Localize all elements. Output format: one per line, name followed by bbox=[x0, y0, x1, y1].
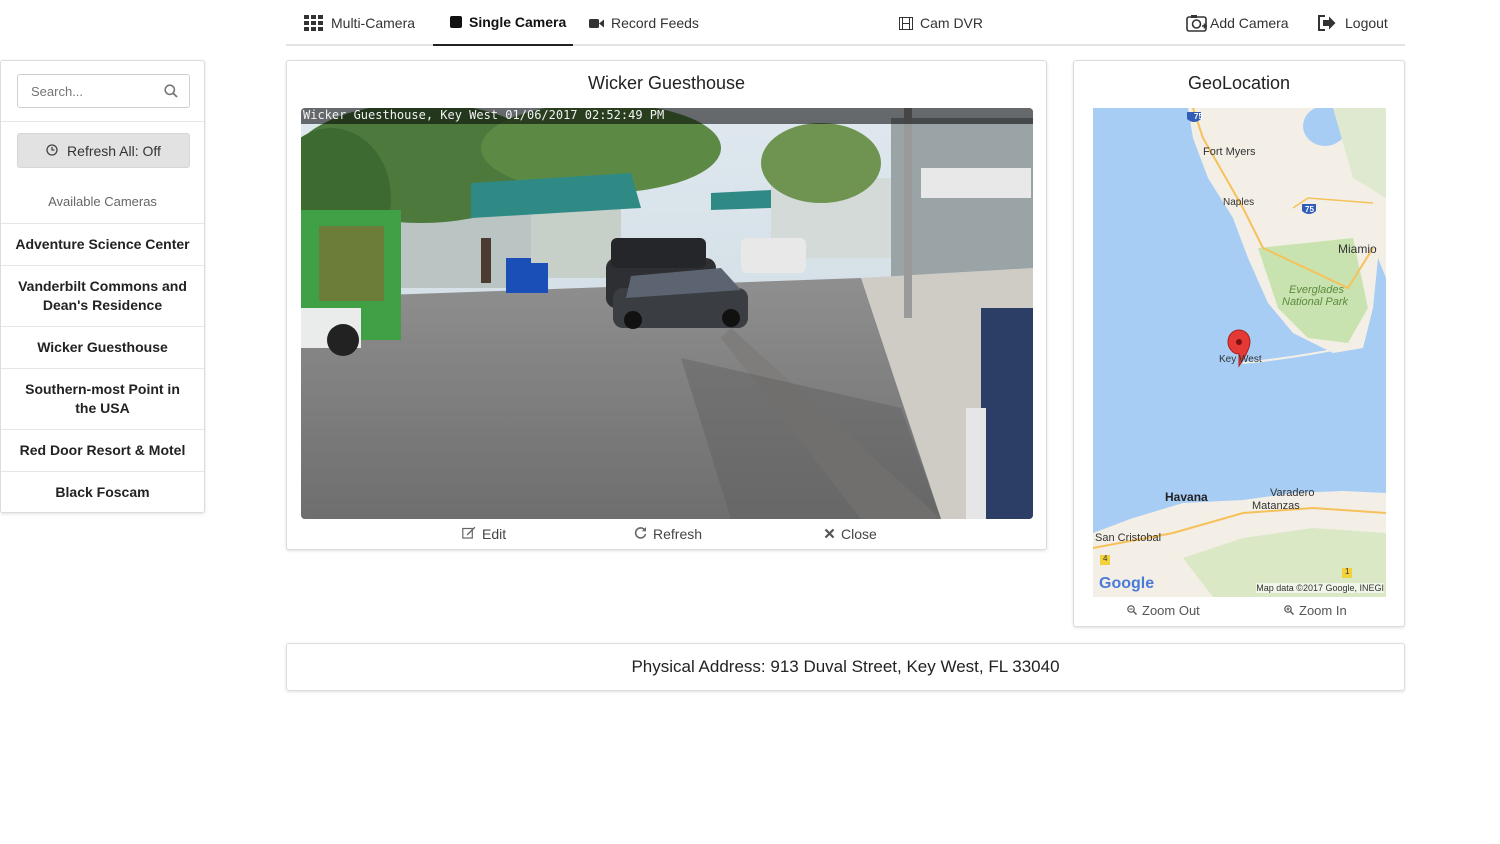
camera-title: Wicker Guesthouse bbox=[587, 73, 746, 93]
add-camera-button[interactable]: Add Camera bbox=[1186, 0, 1289, 46]
camera-list-item[interactable]: Vanderbilt Commons and Dean's Residence bbox=[1, 265, 204, 326]
close-button[interactable]: Close bbox=[824, 526, 877, 542]
map-attribution: Map data ©2017 Google, INEGI bbox=[1256, 583, 1384, 593]
camera-list-item[interactable]: Black Foscam bbox=[1, 471, 204, 513]
camera-list-item[interactable]: Wicker Guesthouse bbox=[1, 326, 204, 368]
add-camera-label: Add Camera bbox=[1210, 15, 1289, 31]
film-icon bbox=[899, 16, 913, 30]
geolocation-panel: GeoLocation 75 75 4 1 Fort Myers Naples … bbox=[1073, 60, 1405, 627]
refresh-button[interactable]: Refresh bbox=[634, 526, 702, 542]
refresh-icon bbox=[634, 526, 647, 542]
map-label-havana: Havana bbox=[1165, 490, 1208, 504]
camera-panel: Wicker Guesthouse Wicker Guesthouse, Key… bbox=[286, 60, 1047, 550]
map-shield-i75-mid: 75 bbox=[1305, 205, 1314, 214]
physical-address: Physical Address: 913 Duval Street, Key … bbox=[631, 657, 1060, 676]
camera-timestamp-overlay: Wicker Guesthouse, Key West 01/06/2017 0… bbox=[303, 108, 665, 122]
geolocation-title: GeoLocation bbox=[1187, 73, 1291, 93]
refresh-label: Refresh bbox=[653, 526, 703, 542]
available-cameras-heading: Available Cameras bbox=[48, 194, 157, 209]
divider bbox=[1, 121, 204, 122]
google-logo: Google bbox=[1099, 575, 1155, 592]
zoom-in-button[interactable]: Zoom In bbox=[1284, 603, 1347, 618]
camera-feed-image: Wicker Guesthouse, Key West 01/06/2017 0… bbox=[301, 108, 1033, 519]
map-shield-1: 1 bbox=[1345, 567, 1350, 576]
zoom-in-label: Zoom In bbox=[1299, 603, 1347, 618]
tab-record-feeds-label: Record Feeds bbox=[611, 15, 699, 31]
tab-cam-dvr-label: Cam DVR bbox=[920, 15, 984, 31]
camera-list-item[interactable]: Adventure Science Center bbox=[1, 223, 204, 265]
zoom-out-icon bbox=[1127, 603, 1137, 618]
refresh-all-button[interactable]: Refresh All: Off bbox=[17, 133, 190, 168]
tab-record-feeds[interactable]: Record Feeds bbox=[589, 0, 699, 46]
edit-label: Edit bbox=[482, 526, 507, 542]
logout-button[interactable]: Logout bbox=[1318, 0, 1388, 46]
search-box[interactable] bbox=[17, 74, 190, 108]
map-label-varadero: Varadero bbox=[1270, 487, 1315, 499]
map-label-national-park: National Park bbox=[1282, 296, 1349, 308]
search-input[interactable] bbox=[18, 76, 158, 106]
camera-sidebar: Refresh All: Off Available Cameras Adven… bbox=[0, 60, 205, 513]
edit-icon bbox=[462, 526, 476, 542]
zoom-in-icon bbox=[1284, 603, 1294, 618]
map-shield-i75-top: 75 bbox=[1194, 112, 1203, 121]
close-label: Close bbox=[841, 526, 877, 542]
camera-actions: Edit Refresh Close bbox=[287, 526, 1046, 546]
grid-icon bbox=[304, 15, 324, 31]
refresh-all-label: Refresh All: Off bbox=[67, 142, 161, 159]
map-label-miami: Miamio bbox=[1338, 242, 1377, 256]
tab-single-camera[interactable]: Single Camera bbox=[433, 0, 573, 46]
logout-icon bbox=[1318, 15, 1336, 31]
top-navigation: Multi-Camera Single Camera Record Feeds … bbox=[286, 0, 1405, 46]
map-label-fort-myers: Fort Myers bbox=[1203, 146, 1256, 158]
add-camera-icon bbox=[1186, 14, 1208, 32]
map-label-matanzas: Matanzas bbox=[1252, 500, 1300, 512]
square-icon bbox=[450, 16, 462, 28]
map-label-san-cristobal: San Cristobal bbox=[1095, 532, 1162, 544]
zoom-out-label: Zoom Out bbox=[1142, 603, 1200, 618]
tab-multi-camera[interactable]: Multi-Camera bbox=[304, 0, 415, 46]
address-panel: Physical Address: 913 Duval Street, Key … bbox=[286, 643, 1405, 691]
zoom-out-button[interactable]: Zoom Out bbox=[1127, 603, 1200, 618]
close-icon bbox=[824, 526, 835, 542]
map-label-everglades: Everglades bbox=[1289, 284, 1345, 296]
logout-label: Logout bbox=[1345, 15, 1388, 31]
camera-list-item[interactable]: Red Door Resort & Motel bbox=[1, 429, 204, 471]
tab-single-camera-label: Single Camera bbox=[469, 14, 567, 30]
map-label-naples: Naples bbox=[1223, 197, 1255, 208]
edit-button[interactable]: Edit bbox=[462, 526, 506, 542]
camera-list: Adventure Science Center Vanderbilt Comm… bbox=[1, 223, 204, 513]
tab-multi-camera-label: Multi-Camera bbox=[331, 15, 416, 31]
map-label-key-west: Key West bbox=[1219, 354, 1262, 365]
map[interactable]: 75 75 4 1 Fort Myers Naples Miamio Everg… bbox=[1093, 108, 1386, 597]
search-icon[interactable] bbox=[164, 84, 178, 103]
tab-cam-dvr[interactable]: Cam DVR bbox=[899, 0, 983, 46]
clock-icon bbox=[46, 143, 58, 159]
video-camera-icon bbox=[589, 18, 604, 29]
map-shield-4: 4 bbox=[1103, 554, 1108, 563]
camera-list-item[interactable]: Southern-most Point in the USA bbox=[1, 368, 204, 429]
